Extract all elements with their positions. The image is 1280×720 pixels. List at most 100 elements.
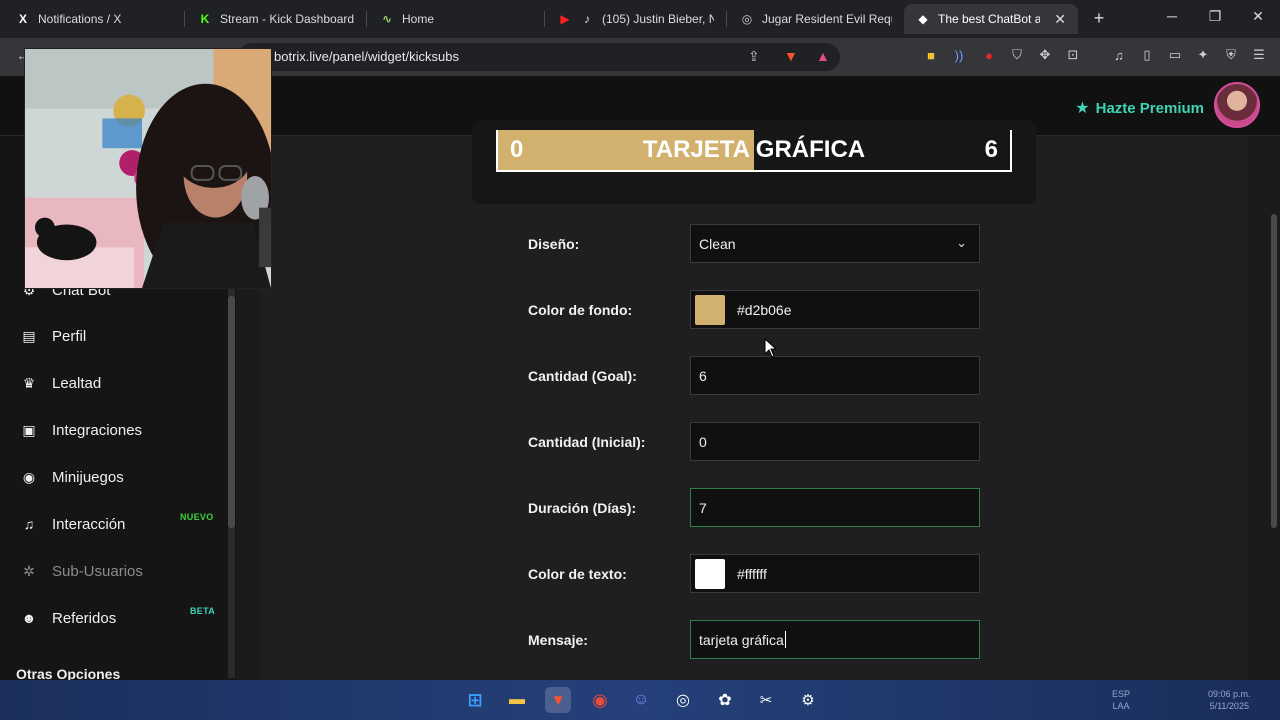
extension-icon-1[interactable]: ■ (922, 46, 940, 64)
design-select[interactable]: Clean ⌄ (690, 224, 980, 263)
tab-notifications-x[interactable]: X Notifications / X (4, 4, 180, 34)
webcam-overlay (24, 48, 272, 289)
screenshot-icon[interactable]: ⊡ (1064, 46, 1082, 64)
tab-home[interactable]: ∿ Home (368, 4, 544, 34)
star-icon: ★ (1075, 100, 1090, 117)
message-value: tarjeta gráfica (699, 631, 784, 648)
system-clock[interactable]: 09:06 p.m. 5/11/2025 (1208, 688, 1251, 712)
chrome-icon[interactable]: ◉ (587, 687, 613, 713)
text-color-picker[interactable]: #ffffff (690, 554, 980, 593)
id-card-icon: ▤ (22, 327, 36, 344)
restore-window-icon[interactable]: ❐ (1207, 8, 1223, 25)
speaker-icon[interactable]: ♪ (580, 12, 594, 26)
youtube-icon: ▶ (560, 12, 570, 26)
sidebar-scrollbar-thumb[interactable] (228, 296, 235, 528)
bg-color-value: #d2b06e (737, 301, 792, 318)
sidebar-item-integraciones[interactable]: ▣ Integraciones (20, 418, 142, 442)
bg-color-label: Color de fondo: (528, 302, 633, 318)
clock-time: 09:06 p.m. (1208, 689, 1251, 699)
goal-amount-input[interactable]: 6 (690, 356, 980, 395)
keyboard-language-indicator[interactable]: ESP LAA (1112, 688, 1130, 712)
goal-message: TARJETA GRÁFICA (642, 136, 866, 163)
tab-label: Notifications / X (38, 12, 122, 26)
text-caret (784, 631, 786, 648)
obs-icon[interactable]: ◎ (670, 687, 696, 713)
shield-extension-icon[interactable]: ⛉ (1008, 46, 1026, 64)
sidebar-item-sub-usuarios: ✲ Sub-Usuarios (20, 559, 143, 583)
menu-icon[interactable]: ☰ (1250, 46, 1268, 64)
brave-rewards-icon[interactable]: ▲ (816, 48, 830, 64)
lang-text: ESP (1112, 689, 1131, 699)
region-text: LAA (1112, 701, 1130, 711)
sidebar-item-interaccion[interactable]: ♫ Interacción (20, 512, 126, 536)
sidebar-item-label: Referidos (52, 609, 117, 627)
text-color-swatch[interactable] (695, 558, 725, 589)
message-label: Mensaje: (528, 632, 588, 648)
steam-icon[interactable]: ⚙ (795, 687, 821, 713)
puzzle-extensions-icon[interactable]: ✥ (1036, 46, 1054, 64)
sidebar-item-label: Lealtad (52, 374, 102, 392)
wallet-icon[interactable]: ▭ (1166, 46, 1184, 64)
tab-label: Stream - Kick Dashboard (220, 12, 354, 26)
davinci-icon[interactable]: ✿ (712, 687, 738, 713)
share-icon[interactable]: ⇪ (748, 48, 760, 65)
sidebar-item-perfil[interactable]: ▤ Perfil (20, 324, 86, 348)
premium-label: Hazte Premium (1095, 99, 1204, 117)
premium-link[interactable]: ★ Hazte Premium (1075, 98, 1204, 118)
sidebar-item-referidos[interactable]: ☻ Referidos (20, 606, 117, 630)
mouse-pointer-icon (764, 338, 778, 358)
capcut-icon[interactable]: ✂ (753, 687, 779, 713)
sidebar-item-lealtad[interactable]: ♛ Lealtad (20, 371, 102, 395)
page-scrollbar-thumb[interactable] (1271, 214, 1277, 528)
sidebar-item-label: Sub-Usuarios (52, 562, 143, 580)
bg-color-swatch[interactable] (695, 294, 725, 325)
brave-shields-icon[interactable]: ▼ (784, 48, 798, 64)
x-logo-icon: X (18, 12, 27, 26)
address-bar[interactable]: botrix.live/panel/widget/kicksubs ⇪ ▼ ▲ (238, 43, 840, 71)
trophy-icon: ♛ (22, 374, 36, 391)
globe-icon: ◎ (741, 12, 753, 26)
audio-extension-icon[interactable]: )) (950, 46, 968, 64)
file-explorer-icon[interactable]: ▬ (504, 687, 530, 713)
tab-resident-evil[interactable]: ◎ Jugar Resident Evil Requie (728, 4, 904, 34)
design-select-value: Clean (699, 235, 736, 252)
tab-label: (105) Justin Bieber, Nic (602, 12, 714, 26)
tab-label: Jugar Resident Evil Requie (762, 12, 892, 26)
discord-icon[interactable]: ☺ (628, 687, 654, 713)
main-panel (260, 136, 1248, 680)
tab-botrix-active[interactable]: ◆ The best ChatBot and ✕ (904, 4, 1078, 34)
windows-start-icon[interactable]: ⊞ (462, 687, 488, 713)
duration-input[interactable]: 7 (690, 488, 980, 527)
duration-value: 7 (699, 499, 707, 516)
bg-color-picker[interactable]: #d2b06e (690, 290, 980, 329)
url-text: botrix.live/panel/widget/kicksubs (274, 49, 459, 64)
sidebar-item-label: Minijuegos (52, 468, 124, 486)
tab-youtube[interactable]: ▶ ♪ (105) Justin Bieber, Nic (546, 4, 726, 34)
vpn-icon[interactable]: ⛨ (1222, 46, 1240, 64)
brave-browser-icon[interactable]: ▼ (545, 687, 571, 713)
new-tab-button[interactable]: + (1090, 8, 1108, 29)
user-avatar[interactable] (1214, 82, 1260, 128)
close-window-icon[interactable]: ✕ (1250, 8, 1266, 25)
message-input[interactable]: tarjeta gráfica (690, 620, 980, 659)
clock-date: 5/11/2025 (1209, 701, 1249, 711)
tab-kick-dashboard[interactable]: K Stream - Kick Dashboard (186, 4, 366, 34)
extension-icon-2[interactable]: ● (980, 46, 998, 64)
sidebar-item-minijuegos[interactable]: ◉ Minijuegos (20, 465, 124, 489)
close-tab-icon[interactable]: ✕ (1054, 11, 1066, 28)
leo-ai-icon[interactable]: ✦ (1194, 46, 1212, 64)
music-note-icon: ♫ (23, 516, 35, 532)
tab-label: The best ChatBot and (938, 12, 1041, 26)
sidebar-item-label: Perfil (52, 327, 87, 345)
minimize-window-icon[interactable]: ─ (1164, 8, 1180, 24)
tab-label: Home (402, 12, 435, 26)
gamepad-icon: ◉ (22, 468, 36, 485)
initial-amount-value: 0 (699, 433, 707, 450)
sidebar-toggle-icon[interactable]: ▯ (1138, 46, 1156, 64)
chevron-down-icon: ⌄ (956, 235, 967, 250)
sub-goal-bar: 0 TARJETA GRÁFICA 6 (496, 130, 1012, 172)
media-icon[interactable]: ♫ (1110, 46, 1128, 64)
design-label: Diseño: (528, 236, 580, 252)
kick-logo-icon: K (200, 12, 210, 26)
initial-amount-input[interactable]: 0 (690, 422, 980, 461)
